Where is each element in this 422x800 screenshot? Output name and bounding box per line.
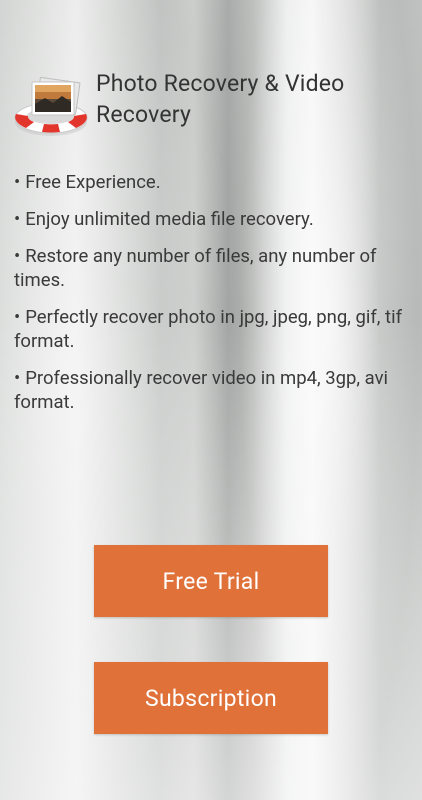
app-title: Photo Recovery & Video Recovery: [96, 70, 345, 128]
free-trial-button[interactable]: Free Trial: [94, 545, 328, 617]
bullet-icon: •: [14, 208, 21, 230]
feature-item: • Free Experience.: [14, 170, 410, 194]
feature-list: • Free Experience. • Enjoy unlimited media…: [14, 170, 410, 427]
bullet-icon: •: [14, 245, 21, 267]
lifebuoy-photo-icon: [14, 77, 88, 136]
feature-item: • Restore any number of files, any number…: [14, 244, 410, 292]
feature-item: • Enjoy unlimited media file recovery.: [14, 207, 410, 231]
bullet-icon: •: [14, 171, 21, 193]
bullet-icon: •: [14, 367, 21, 389]
feature-item: • Professionally recover video in mp4, 3g…: [14, 366, 410, 414]
app-header: Photo Recovery & Video Recovery: [12, 68, 412, 140]
subscription-button[interactable]: Subscription: [94, 662, 328, 734]
feature-text: Enjoy unlimited media file recovery.: [25, 208, 314, 230]
feature-item: • Perfectly recover photo in jpg, jpeg, p…: [14, 305, 410, 353]
feature-text: Perfectly recover photo in jpg, jpeg, pn…: [14, 306, 403, 352]
feature-text: Professionally recover video in mp4, 3gp…: [14, 367, 389, 413]
bullet-icon: •: [14, 306, 21, 328]
feature-text: Free Experience.: [25, 171, 161, 193]
feature-text: Restore any number of files, any number …: [14, 245, 377, 291]
